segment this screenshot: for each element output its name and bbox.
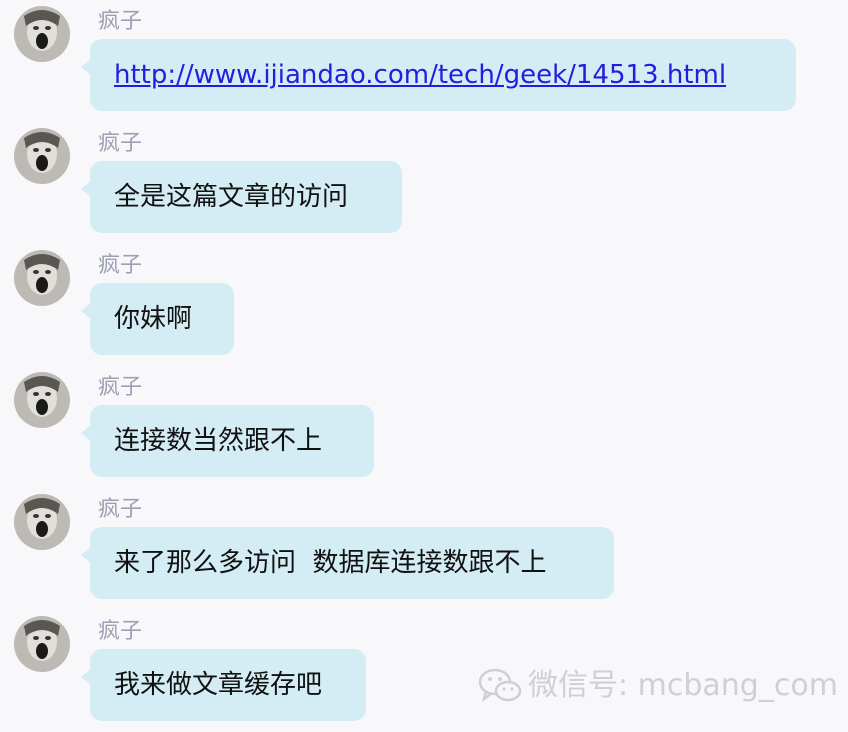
- avatar-face-icon: [14, 372, 70, 428]
- chat-log: 疯子 http://www.ijiandao.com/tech/geek/145…: [0, 0, 848, 730]
- avatar-face-icon: [14, 6, 70, 62]
- message-1: 疯子 http://www.ijiandao.com/tech/geek/145…: [0, 0, 848, 122]
- avatar-face-icon: [14, 616, 70, 672]
- sender-avatar[interactable]: [14, 128, 70, 184]
- sender-avatar[interactable]: [14, 494, 70, 550]
- message-bubble: http://www.ijiandao.com/tech/geek/14513.…: [81, 39, 796, 111]
- wechat-icon: [478, 666, 522, 706]
- message-2: 疯子 全是这篇文章的访问: [0, 122, 848, 244]
- message-bubble: 全是这篇文章的访问: [81, 161, 402, 233]
- message-bubble: 我来做文章缓存吧: [81, 649, 366, 721]
- message-5: 疯子 来了那么多访问 数据库连接数跟不上: [0, 488, 848, 610]
- message-4: 疯子 连接数当然跟不上: [0, 366, 848, 488]
- message-bubble: 你妹啊: [81, 283, 234, 355]
- avatar-face-icon: [14, 250, 70, 306]
- sender-avatar[interactable]: [14, 250, 70, 306]
- sender-name: 疯子: [98, 131, 143, 156]
- message-bubble: 连接数当然跟不上: [81, 405, 374, 477]
- message-bubble: 来了那么多访问 数据库连接数跟不上: [81, 527, 614, 599]
- sender-name: 疯子: [98, 375, 143, 400]
- sender-name: 疯子: [98, 497, 143, 522]
- message-link[interactable]: http://www.ijiandao.com/tech/geek/14513.…: [114, 60, 726, 90]
- sender-name: 疯子: [98, 619, 143, 644]
- sender-name: 疯子: [98, 253, 143, 278]
- watermark-text: 微信号: mcbang_com: [528, 668, 838, 703]
- avatar-face-icon: [14, 128, 70, 184]
- message-3: 疯子 你妹啊: [0, 244, 848, 366]
- wechat-watermark: 微信号: mcbang_com: [478, 666, 838, 706]
- avatar-face-icon: [14, 494, 70, 550]
- sender-avatar[interactable]: [14, 372, 70, 428]
- sender-avatar[interactable]: [14, 6, 70, 62]
- sender-avatar[interactable]: [14, 616, 70, 672]
- sender-name: 疯子: [98, 9, 143, 34]
